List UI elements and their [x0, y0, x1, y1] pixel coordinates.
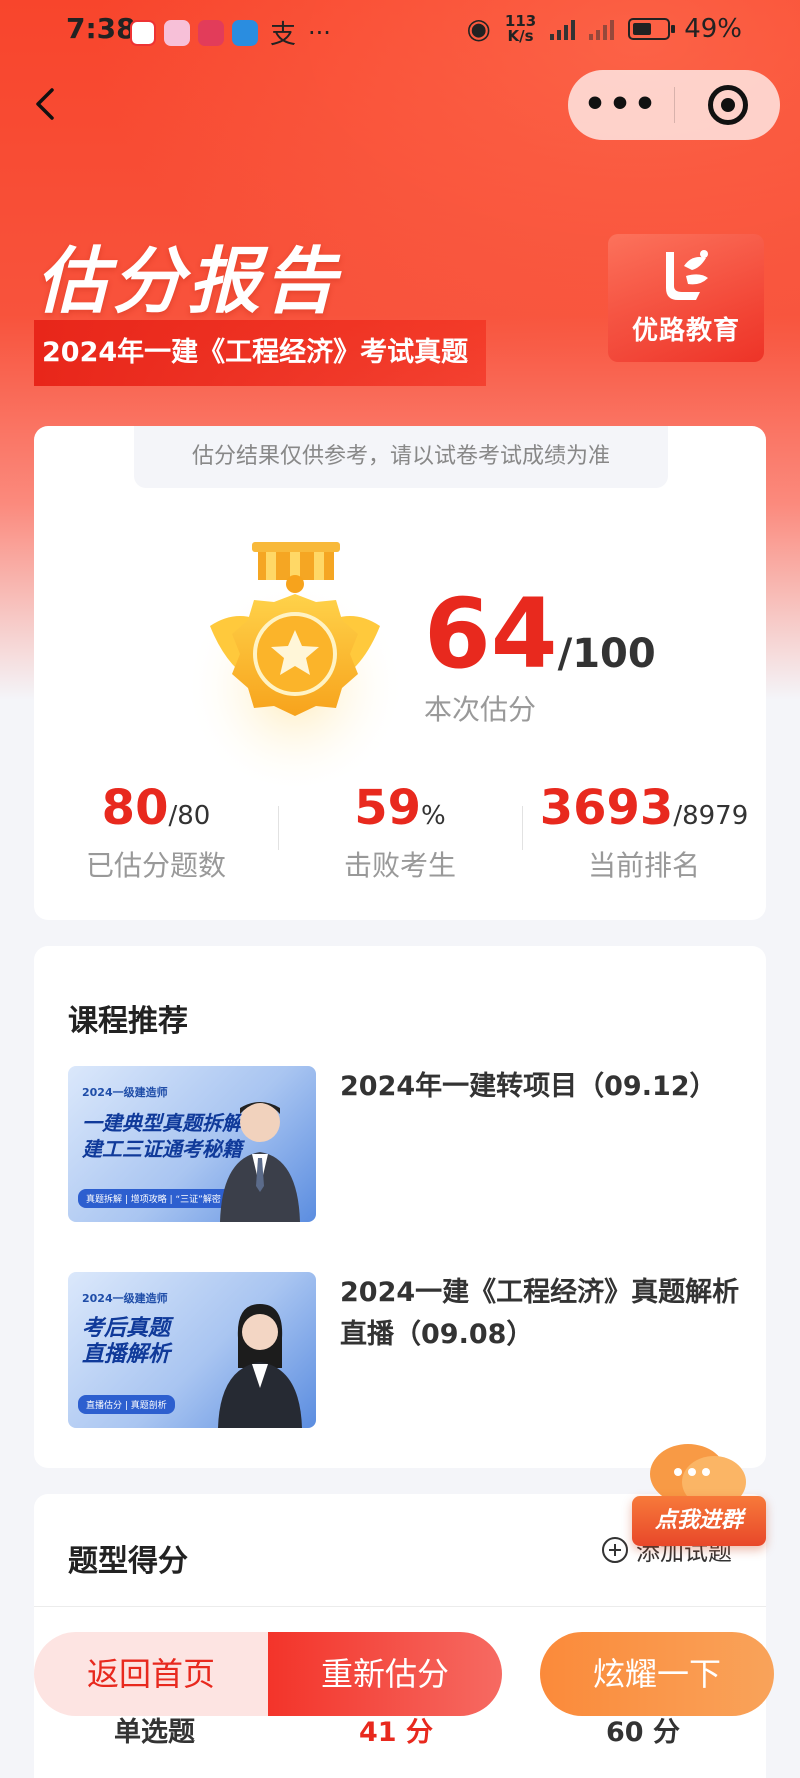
course-title: 2024一建《工程经济》真题解析直播（09.08） — [340, 1277, 740, 1350]
battery-percent: 49% — [684, 13, 742, 44]
battery-icon — [628, 17, 676, 40]
score-stats: 80/80 已估分题数 59% 击败考生 3693/8979 当前排名 — [34, 780, 766, 890]
bottom-action-bar: 返回首页 重新估分 炫耀一下 — [34, 1632, 774, 1716]
stat-rank: 3693/8979 当前排名 — [522, 780, 766, 890]
section-title: 课程推荐 — [68, 1004, 188, 1039]
network-speed: 113 K/s — [504, 11, 537, 45]
join-group-label: 点我进群 — [632, 1496, 766, 1546]
more-menu-button[interactable]: ••• — [568, 87, 674, 123]
notification-icons: 支 ··· — [130, 14, 331, 51]
disclaimer-note: 估分结果仅供参考，请以试卷考试成绩为准 — [134, 426, 668, 488]
status-time: 7:38 — [66, 12, 136, 45]
score-card: 估分结果仅供参考，请以试卷考试成绩为准 64/100 本次估分 80/80 已估… — [34, 426, 766, 920]
course-recommendations: 课程推荐 2024一级建造师 一建典型真题拆解 建工三证通考秘籍 真题拆解 | … — [34, 946, 766, 1468]
back-button[interactable] — [28, 86, 64, 122]
medal-icon — [185, 542, 405, 786]
eye-comfort-icon: ◉ — [466, 12, 491, 45]
close-mini-program-button[interactable] — [675, 85, 780, 125]
divider — [34, 1606, 766, 1607]
signal-icon — [550, 18, 576, 40]
stat-answered: 80/80 已估分题数 — [85, 780, 226, 882]
exam-subtitle: 2024年一建《工程经济》考试真题 — [34, 320, 486, 386]
share-button[interactable]: 炫耀一下 — [540, 1632, 774, 1716]
app-notification-icon — [164, 19, 190, 46]
course-item[interactable]: 2024一级建造师 一建典型真题拆解 建工三证通考秘籍 真题拆解 | 增项攻略 … — [68, 1066, 728, 1226]
plus-circle-icon — [602, 1536, 628, 1563]
more-notifications-icon: ··· — [308, 18, 331, 47]
score-value: 64 — [424, 578, 558, 690]
score-total: /100 — [557, 631, 656, 677]
signal-icon — [589, 18, 615, 40]
app-notification-icon — [130, 19, 156, 46]
mini-program-capsule: ••• — [568, 70, 780, 140]
section-title: 题型得分 — [68, 1544, 188, 1579]
alipay-icon: 支 — [270, 20, 297, 50]
teacher-photo — [218, 1304, 302, 1428]
back-home-button[interactable]: 返回首页 — [34, 1632, 268, 1716]
course-thumbnail: 2024一级建造师 一建典型真题拆解 建工三证通考秘籍 真题拆解 | 增项攻略 … — [68, 1066, 316, 1222]
brand-name: 优路教育 — [631, 316, 740, 346]
teacher-photo — [220, 1102, 300, 1222]
stat-beaten: 59% 击败考生 — [278, 780, 522, 890]
score-label: 本次估分 — [424, 693, 537, 726]
browser-notification-icon — [232, 19, 258, 46]
join-group-button[interactable]: 点我进群 — [632, 1438, 766, 1556]
table-row: 单选题 41 分 60 分 — [34, 1710, 766, 1750]
status-bar: 7:38 支 ··· ◉ 113 K/s 49% — [0, 0, 800, 58]
target-icon — [707, 85, 748, 125]
app-notification-icon — [198, 19, 224, 46]
brand-mark-icon — [666, 250, 708, 300]
re-estimate-button[interactable]: 重新估分 — [268, 1632, 502, 1716]
course-title: 2024年一建转项目（09.12） — [340, 1071, 717, 1102]
course-thumbnail: 2024一级建造师 考后真题 直播解析 直播估分 | 真题剖析 — [68, 1272, 316, 1428]
page-title: 估分报告 — [36, 239, 341, 323]
estimated-score: 64/100 — [424, 586, 656, 682]
chevron-left-icon — [36, 88, 54, 120]
brand-logo: 优路教育 — [608, 234, 764, 362]
course-item[interactable]: 2024一级建造师 考后真题 直播解析 直播估分 | 真题剖析 2024一建《工… — [68, 1272, 739, 1432]
